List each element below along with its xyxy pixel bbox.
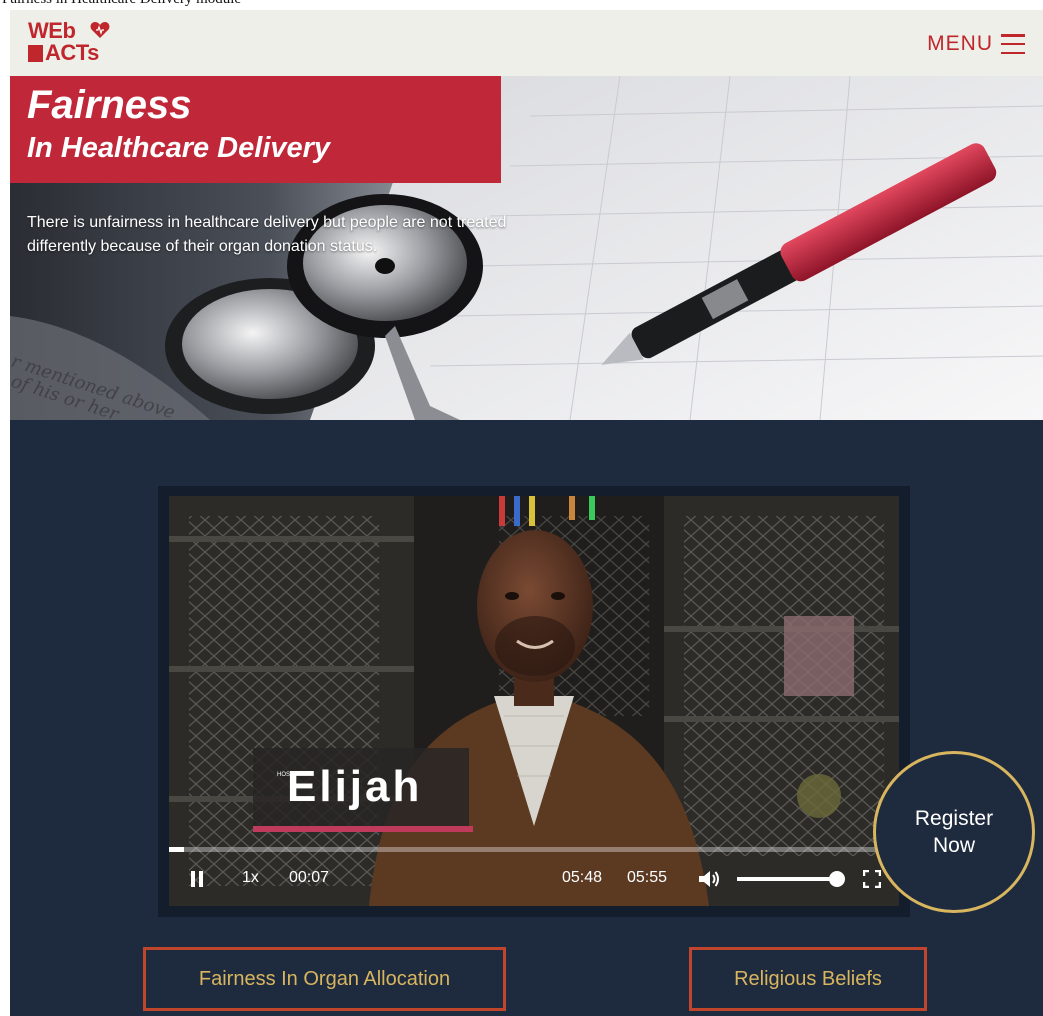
playback-speed-button[interactable]: 1x	[242, 869, 259, 887]
host-lower-third: HOST Elijah	[253, 748, 473, 832]
page-subtitle: In Healthcare Delivery	[27, 132, 331, 164]
volume-icon[interactable]	[699, 869, 721, 889]
hamburger-icon	[1001, 34, 1025, 54]
logo-text-line2: ACTs	[45, 40, 99, 65]
current-time: 00:07	[289, 869, 330, 886]
remaining-time: 05:48	[562, 869, 603, 886]
host-underline	[253, 826, 473, 832]
host-name: Elijah	[287, 762, 423, 811]
religious-beliefs-button[interactable]: Religious Beliefs	[689, 947, 927, 1011]
page-title: Fairness	[27, 83, 192, 127]
hero-banner: r mentioned above of his or her Fairness…	[10, 76, 1043, 420]
video-frame: HOST Elijah 1x 00:07 05:48 05:55	[158, 486, 910, 917]
volume-fill	[737, 877, 837, 881]
duration-time: 05:55	[627, 869, 668, 886]
religious-beliefs-label: Religious Beliefs	[734, 967, 882, 990]
webacts-logo[interactable]: WEb ACTs	[28, 18, 128, 70]
menu-button[interactable]: MENU	[927, 32, 1025, 56]
pause-icon[interactable]	[191, 871, 203, 887]
hero-description: There is unfairness in healthcare delive…	[27, 214, 507, 255]
video-controls: 1x 00:07 05:48 05:55	[169, 852, 899, 906]
site-header: WEb ACTs MENU	[10, 10, 1043, 76]
hero-title-box: Fairness In Healthcare Delivery	[10, 76, 501, 183]
fairness-organ-allocation-button[interactable]: Fairness In Organ Allocation	[143, 947, 506, 1011]
fullscreen-icon[interactable]	[863, 870, 881, 888]
fairness-organ-allocation-label: Fairness In Organ Allocation	[198, 967, 451, 990]
register-now-label: Register Now	[914, 807, 994, 857]
page-caption: Fairness in Healthcare Delivery module	[0, 0, 1043, 10]
host-tag: HOST	[277, 772, 294, 779]
volume-knob[interactable]	[829, 871, 845, 887]
video-player[interactable]: HOST Elijah 1x 00:07 05:48 05:55	[169, 496, 899, 906]
volume-slider[interactable]	[737, 871, 845, 887]
menu-label: MENU	[927, 32, 993, 55]
logo-text-line1: WEb	[28, 18, 76, 43]
register-now-button[interactable]: Register Now	[873, 751, 1035, 913]
heart-icon	[90, 22, 110, 38]
host-video-frame	[169, 496, 899, 906]
main-section: HOST Elijah 1x 00:07 05:48 05:55	[10, 420, 1043, 1016]
